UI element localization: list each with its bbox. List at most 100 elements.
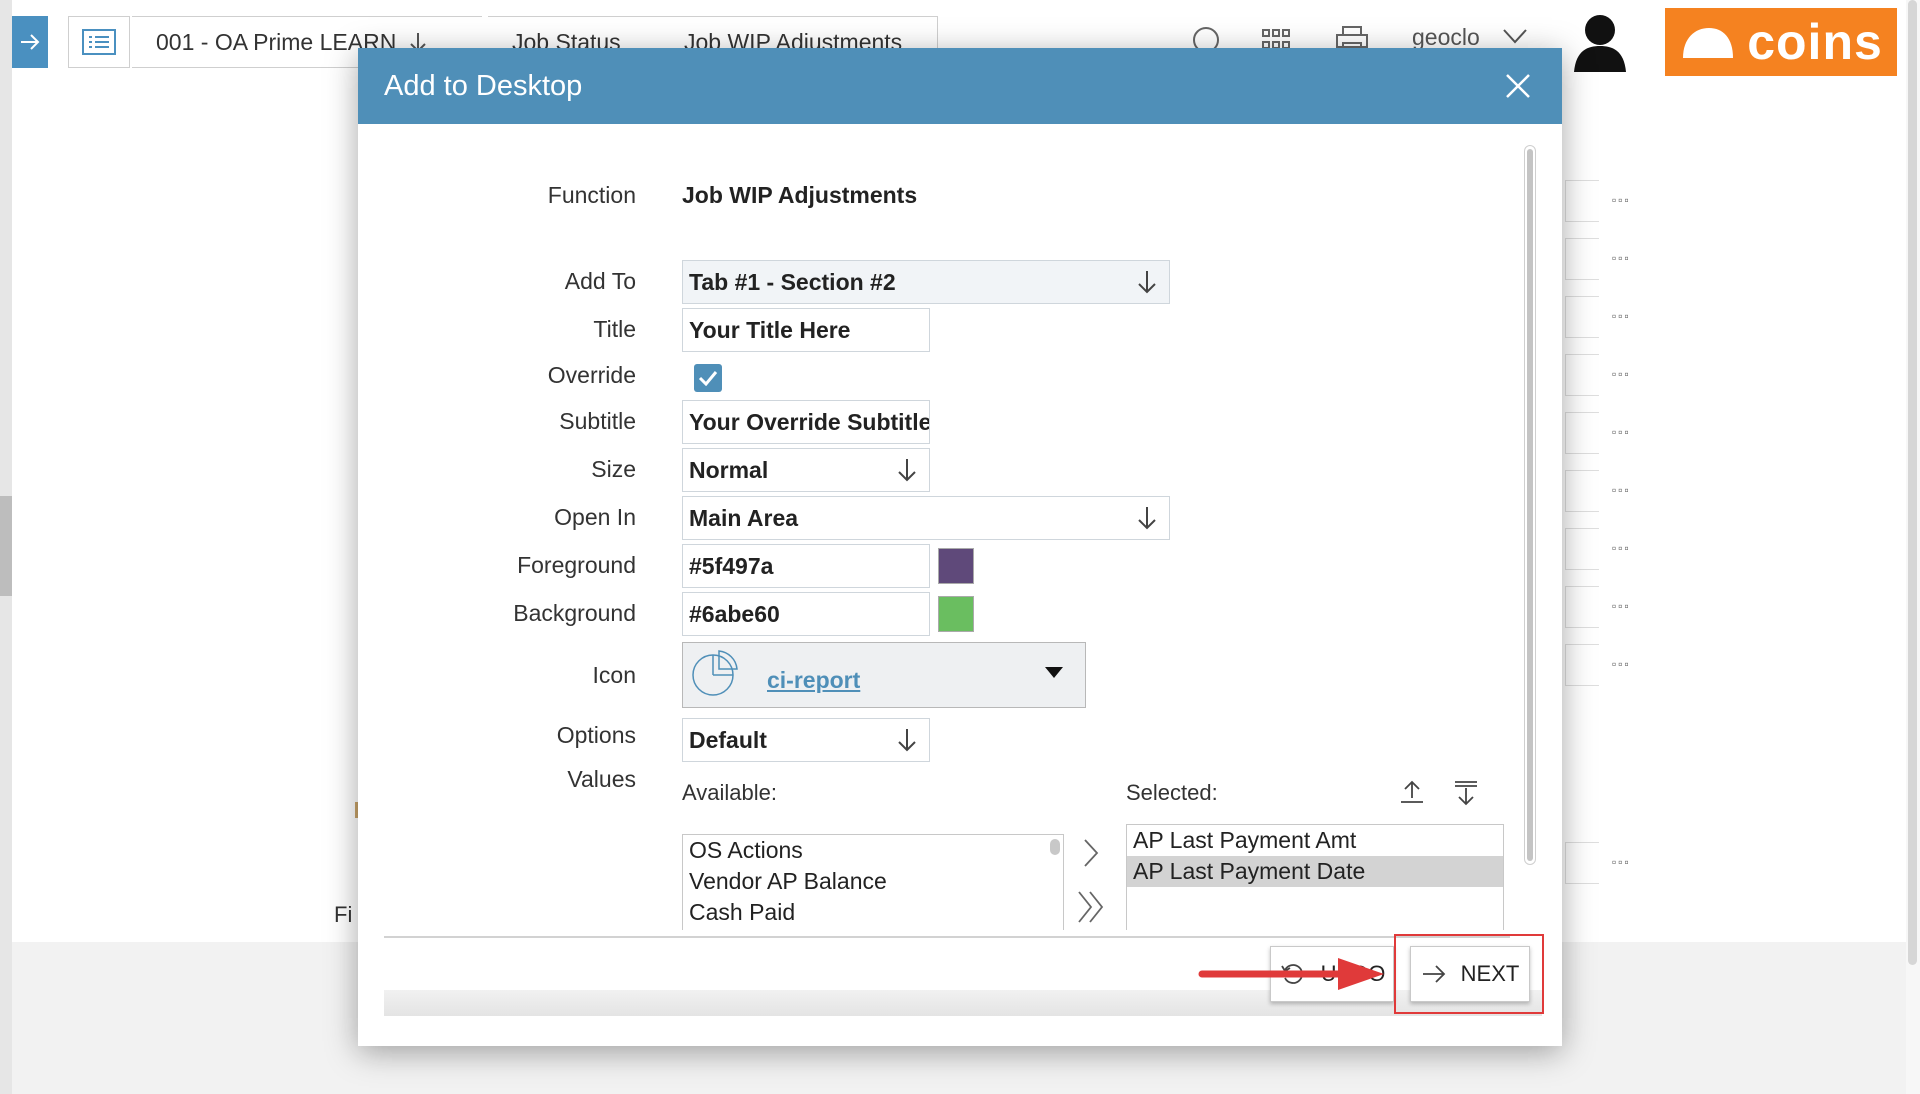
- menu-list-button[interactable]: [68, 16, 130, 68]
- list-item[interactable]: [1565, 470, 1599, 512]
- open-in-value: Main Area: [689, 504, 799, 531]
- foreground-value: #5f497a: [689, 552, 774, 579]
- more-icon[interactable]: ▫▫▫: [1612, 599, 1631, 613]
- available-list-item[interactable]: AP Balance: [683, 928, 1063, 930]
- background-color-swatch[interactable]: [938, 596, 974, 632]
- add-to-value: Tab #1 - Section #2: [689, 268, 896, 295]
- left-edge-strip: [0, 0, 12, 1094]
- more-icon[interactable]: ▫▫▫: [1612, 251, 1631, 265]
- options-value: Default: [689, 726, 767, 753]
- size-select[interactable]: Normal: [682, 448, 930, 492]
- list-icon: [82, 29, 116, 55]
- more-icon[interactable]: ▫▫▫: [1612, 193, 1631, 207]
- available-list-item[interactable]: Cash Paid: [683, 897, 1063, 928]
- selected-list-item[interactable]: AP Last Payment Date: [1127, 856, 1503, 887]
- chevron-right-icon: [1084, 839, 1099, 867]
- more-icon[interactable]: ▫▫▫: [1612, 855, 1631, 869]
- dialog-body: Function Job WIP Adjustments Add To Tab …: [380, 124, 1560, 930]
- add-selected-button[interactable]: [1074, 834, 1108, 872]
- list-item[interactable]: [1565, 354, 1599, 396]
- function-label: Function: [547, 182, 636, 208]
- available-list-scrollbar[interactable]: [1050, 839, 1060, 855]
- background-value: #6abe60: [689, 600, 780, 627]
- size-label: Size: [591, 456, 636, 482]
- dialog-footer-divider: [384, 936, 1510, 938]
- more-icon[interactable]: ▫▫▫: [1612, 309, 1631, 323]
- selected-list-item[interactable]: AP Last Payment Amt: [1127, 825, 1503, 856]
- available-list-item[interactable]: Vendor AP Balance: [683, 866, 1063, 897]
- move-to-bottom-button[interactable]: [1448, 774, 1484, 810]
- caret-down-icon: [1045, 667, 1063, 678]
- foreground-color-swatch[interactable]: [938, 548, 974, 584]
- icon-select[interactable]: ci-report: [682, 642, 1086, 708]
- subtitle-input[interactable]: Your Override Subtitle: [682, 400, 930, 444]
- selected-label: Selected:: [1126, 780, 1218, 805]
- arrow-right-icon: [21, 34, 40, 50]
- brand-text: coins: [1747, 14, 1883, 70]
- more-icon[interactable]: ▫▫▫: [1612, 483, 1631, 497]
- arrow-down-icon: [898, 729, 916, 752]
- hard-hat-icon: [1683, 28, 1734, 58]
- checkmark-icon: [698, 371, 718, 386]
- dialog-scroll-thumb[interactable]: [1527, 149, 1533, 861]
- add-to-desktop-dialog: Add to Desktop Function Job WIP Adjustme…: [358, 48, 1562, 1046]
- arrow-down-icon: [1138, 271, 1156, 294]
- double-chevron-right-icon: [1078, 891, 1104, 923]
- available-label: Available:: [682, 780, 777, 805]
- foreground-label: Foreground: [517, 552, 636, 578]
- pointer-arrow-icon: [1198, 958, 1384, 990]
- title-input[interactable]: Your Title Here: [682, 308, 930, 352]
- open-in-select[interactable]: Main Area: [682, 496, 1170, 540]
- list-item[interactable]: [1565, 296, 1599, 338]
- size-value: Normal: [689, 456, 769, 483]
- brand-logo: coins: [1665, 8, 1897, 76]
- more-icon[interactable]: ▫▫▫: [1612, 541, 1631, 555]
- subtitle-label: Subtitle: [559, 408, 636, 434]
- list-item[interactable]: [1565, 412, 1599, 454]
- selected-list[interactable]: AP Last Payment Amt AP Last Payment Date: [1126, 824, 1504, 930]
- add-all-button[interactable]: [1074, 888, 1108, 926]
- next-button-highlight: [1394, 934, 1544, 1014]
- list-item[interactable]: [1565, 238, 1599, 280]
- move-to-top-button[interactable]: [1394, 774, 1430, 810]
- list-item[interactable]: [1565, 180, 1599, 222]
- title-value: Your Title Here: [689, 316, 851, 343]
- left-scroll-thumb[interactable]: [0, 496, 12, 596]
- dialog-title: Add to Desktop: [384, 69, 583, 102]
- values-label: Values: [567, 766, 636, 792]
- background-partial-text: Fi: [334, 902, 353, 927]
- chevron-down-icon[interactable]: [1502, 26, 1528, 46]
- list-item[interactable]: [1565, 586, 1599, 628]
- list-item[interactable]: [1565, 842, 1599, 884]
- options-select[interactable]: Default: [682, 718, 930, 762]
- icon-name-link[interactable]: ci-report: [767, 667, 860, 694]
- arrow-down-icon: [898, 459, 916, 482]
- add-to-label: Add To: [564, 268, 636, 294]
- nav-expand-button[interactable]: [12, 16, 48, 68]
- more-icon[interactable]: ▫▫▫: [1612, 657, 1631, 671]
- more-icon[interactable]: ▫▫▫: [1612, 425, 1631, 439]
- override-label: Override: [547, 362, 636, 388]
- available-list[interactable]: OS ActionsVendor AP BalanceCash PaidAP B…: [682, 834, 1064, 930]
- subtitle-value: Your Override Subtitle: [689, 408, 930, 435]
- more-icon[interactable]: ▫▫▫: [1612, 367, 1631, 381]
- user-name[interactable]: geoclo: [1412, 24, 1480, 51]
- list-item[interactable]: [1565, 644, 1599, 686]
- override-checkbox[interactable]: [694, 364, 722, 392]
- page-scrollbar[interactable]: [1906, 0, 1920, 1094]
- dialog-header: Add to Desktop: [358, 48, 1562, 124]
- user-avatar-icon[interactable]: [1570, 12, 1630, 74]
- background-input[interactable]: #6abe60: [682, 592, 930, 636]
- close-button[interactable]: [1498, 66, 1538, 106]
- page-scroll-thumb[interactable]: [1908, 0, 1917, 965]
- foreground-input[interactable]: #5f497a: [682, 544, 930, 588]
- list-item[interactable]: [1565, 528, 1599, 570]
- background-label: Background: [513, 600, 636, 626]
- add-to-select[interactable]: Tab #1 - Section #2: [682, 260, 1170, 304]
- available-list-item[interactable]: OS Actions: [683, 835, 1063, 866]
- move-bottom-icon: [1455, 781, 1477, 806]
- title-label: Title: [593, 316, 636, 342]
- dialog-scrollbar[interactable]: [1524, 145, 1536, 865]
- arrow-down-icon: [1138, 507, 1156, 530]
- open-in-label: Open In: [554, 504, 636, 530]
